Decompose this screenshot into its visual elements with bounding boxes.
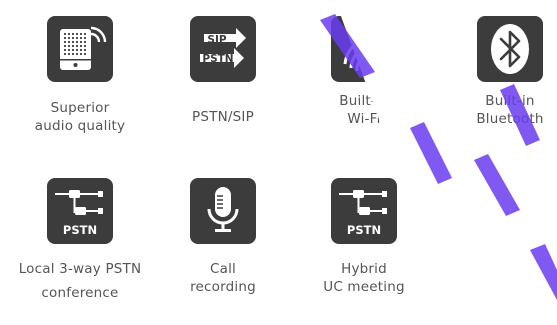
label-line-2: audio quality	[34, 118, 126, 134]
wifi-icon	[331, 16, 397, 82]
feature-wifi: Built-in Wi-Fi	[294, 16, 434, 128]
label-line-1: Built-in	[485, 93, 535, 109]
label-line-2: conference	[41, 285, 119, 301]
sip-icon-text: SIP	[207, 34, 226, 46]
label-line-2: UC meeting	[323, 279, 405, 295]
feature-superior-audio: Superior audio quality	[10, 16, 150, 135]
pstn-icon-text: PSTN	[63, 223, 97, 237]
label-line-1: Call	[209, 261, 236, 277]
feature-label: Built-in Bluetooth	[440, 92, 557, 128]
feature-hybrid-uc: PSTN Hybrid UC meeting	[294, 178, 434, 296]
pstn-icon-text: PSTN	[202, 53, 233, 65]
feature-label: Superior audio quality	[10, 99, 150, 135]
feature-label: Hybrid UC meeting	[294, 260, 434, 296]
pstn-sip-arrows-icon: SIP PSTN	[190, 16, 256, 82]
feature-label: PSTN/SIP	[153, 108, 293, 126]
label-line-1: Hybrid	[341, 261, 387, 277]
feature-bluetooth: Built-in Bluetooth	[440, 16, 557, 128]
pstn-network-icon: PSTN	[331, 178, 397, 244]
label-line-1: Built-in	[339, 93, 389, 109]
pstn-network-icon: PSTN	[47, 178, 113, 244]
label-line-1: Local 3-way PSTN	[18, 261, 142, 277]
label-line-2: Bluetooth	[476, 111, 544, 127]
label-line-1: Superior	[50, 100, 110, 116]
label-line-2: Wi-Fi	[347, 111, 381, 127]
pstn-icon-text: PSTN	[347, 223, 381, 237]
label-line-2: recording	[190, 279, 256, 295]
microphone-icon	[190, 178, 256, 244]
feature-local-pstn: PSTN Local 3-way PSTN conference	[10, 178, 150, 302]
feature-label: Built-in Wi-Fi	[294, 92, 434, 128]
bluetooth-icon	[477, 16, 543, 82]
speaker-wifi-icon	[47, 16, 113, 82]
feature-label: Local 3-way PSTN conference	[10, 260, 150, 302]
feature-label: Call recording	[153, 260, 293, 296]
feature-call-recording: Call recording	[153, 178, 293, 296]
label-line-1: PSTN/SIP	[192, 109, 254, 125]
feature-pstn-sip: SIP PSTN PSTN/SIP	[153, 16, 293, 126]
